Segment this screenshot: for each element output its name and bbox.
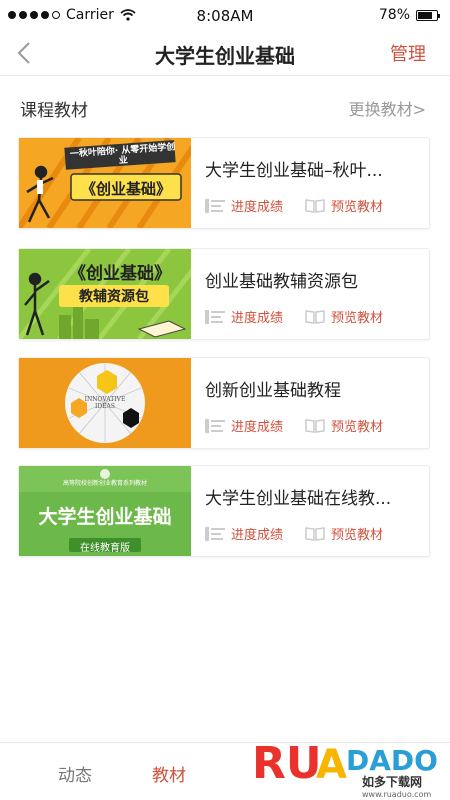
card-title: 大学生创业基础–秋叶... bbox=[205, 161, 383, 181]
progress-grades-label: 进度成绩 bbox=[231, 420, 284, 435]
progress-grades-label: 进度成绩 bbox=[231, 200, 284, 215]
card-title: 创业基础教辅资源包 bbox=[205, 272, 358, 292]
cover-title: 《创业基础》 bbox=[80, 180, 171, 198]
page-title: 大学生创业基础 bbox=[155, 44, 295, 68]
battery-percent: 78% bbox=[378, 7, 410, 23]
card-actions: 进度成绩 预览教材 bbox=[205, 196, 383, 215]
svg-text:www.ruaduo.com: www.ruaduo.com bbox=[362, 790, 431, 799]
card-actions: 进度成绩 预览教材 bbox=[205, 416, 383, 435]
preview-textbook-button[interactable]: 预览教材 bbox=[305, 524, 383, 543]
progress-grades-button[interactable]: 进度成绩 bbox=[205, 307, 283, 326]
preview-textbook-button[interactable]: 预览教材 bbox=[305, 196, 383, 215]
manage-button[interactable]: 管理 bbox=[390, 40, 426, 66]
cover-subtitle: 在线教育版 bbox=[80, 543, 130, 554]
book-icon bbox=[305, 198, 325, 213]
svg-text:如多下载网: 如多下载网 bbox=[362, 774, 422, 789]
svg-text:DADO: DADO bbox=[346, 744, 438, 777]
preview-textbook-label: 预览教材 bbox=[331, 200, 384, 215]
book-icon bbox=[305, 526, 325, 541]
progress-grades-label: 进度成绩 bbox=[231, 311, 284, 326]
list-icon bbox=[205, 309, 225, 324]
preview-textbook-label: 预览教材 bbox=[331, 311, 384, 326]
cover-title: 大学生创业基础 bbox=[38, 506, 172, 528]
card-actions: 进度成绩 预览教材 bbox=[205, 307, 383, 326]
textbook-cover: INNOVATIVE IDEAS bbox=[19, 358, 191, 448]
textbook-card[interactable]: 《创业基础》 教辅资源包 创业基础教辅资源包 进度成绩 预览教材 bbox=[18, 248, 430, 340]
progress-grades-button[interactable]: 进度成绩 bbox=[205, 196, 283, 215]
svg-text:A: A bbox=[316, 742, 347, 788]
textbook-cover: 一秋叶陪你· 从零开始学创业 《创业基础》 bbox=[19, 138, 191, 228]
change-textbook-link[interactable]: 更换教材> bbox=[349, 96, 426, 120]
card-actions: 进度成绩 预览教材 bbox=[205, 524, 383, 543]
watermark-logo: RU A DADO 如多下载网 www.ruaduo.com bbox=[250, 720, 450, 800]
cover-tagline: 高等院校创新创业教育系列教材 bbox=[62, 480, 147, 487]
preview-textbook-button[interactable]: 预览教材 bbox=[305, 307, 383, 326]
cover-subtitle: 教辅资源包 bbox=[59, 285, 169, 307]
section-title: 课程教材 bbox=[20, 101, 88, 121]
status-right: 78% bbox=[378, 7, 440, 23]
preview-textbook-label: 预览教材 bbox=[331, 420, 384, 435]
textbook-card[interactable]: 高等院校创新创业教育系列教材 大学生创业基础 在线教育版 大学生创业基础在线教.… bbox=[18, 465, 430, 557]
textbook-cover: 高等院校创新创业教育系列教材 大学生创业基础 在线教育版 bbox=[19, 466, 191, 556]
textbook-card[interactable]: INNOVATIVE IDEAS 创新创业基础教程 进度成绩 预览教材 bbox=[18, 357, 430, 449]
progress-grades-button[interactable]: 进度成绩 bbox=[205, 416, 283, 435]
list-icon bbox=[205, 418, 225, 433]
progress-grades-button[interactable]: 进度成绩 bbox=[205, 524, 283, 543]
svg-text:RU: RU bbox=[252, 738, 322, 789]
cover-title: INNOVATIVE IDEAS bbox=[84, 396, 126, 410]
nav-bar: 大学生创业基础 管理 bbox=[0, 32, 450, 76]
battery-icon bbox=[416, 9, 440, 21]
tab-feed[interactable]: 动态 bbox=[58, 761, 92, 786]
preview-textbook-button[interactable]: 预览教材 bbox=[305, 416, 383, 435]
book-icon bbox=[305, 309, 325, 324]
tab-textbooks[interactable]: 教材 bbox=[152, 761, 186, 786]
cover-title: 《创业基础》 bbox=[69, 264, 171, 284]
progress-grades-label: 进度成绩 bbox=[231, 528, 284, 543]
book-icon bbox=[305, 418, 325, 433]
list-icon bbox=[205, 526, 225, 541]
card-title: 创新创业基础教程 bbox=[205, 381, 341, 401]
list-icon bbox=[205, 198, 225, 213]
card-title: 大学生创业基础在线教... bbox=[205, 489, 392, 509]
section-header: 课程教材 更换教材> bbox=[0, 86, 450, 126]
textbook-card[interactable]: 一秋叶陪你· 从零开始学创业 《创业基础》 大学生创业基础–秋叶... 进度成绩… bbox=[18, 137, 430, 229]
status-bar: Carrier 8:08AM 78% bbox=[0, 0, 450, 32]
preview-textbook-label: 预览教材 bbox=[331, 528, 384, 543]
textbook-cover: 《创业基础》 教辅资源包 bbox=[19, 249, 191, 339]
